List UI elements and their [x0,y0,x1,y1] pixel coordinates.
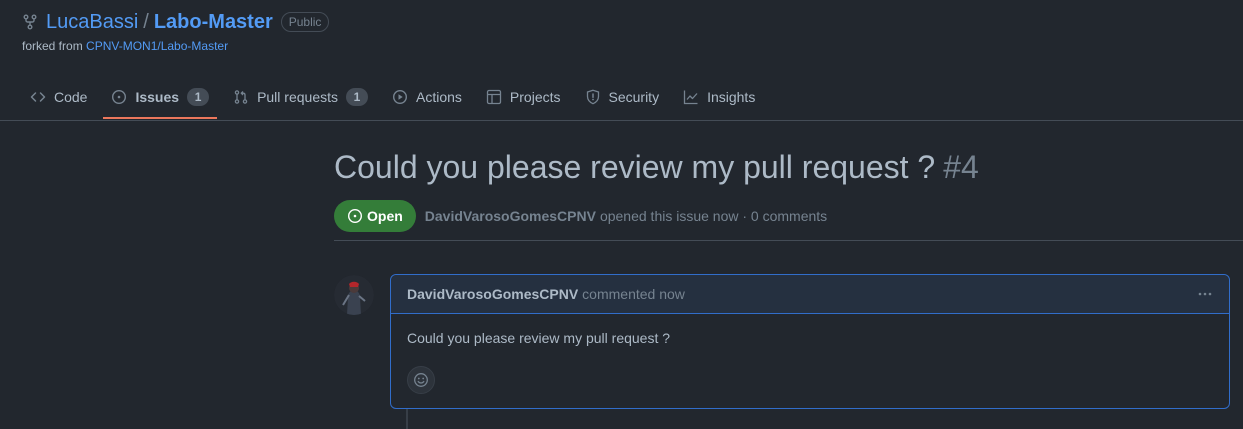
tab-pull-requests-label: Pull requests [257,89,338,105]
forked-from-line: forked from CPNV-MON1/Labo-Master [22,39,329,53]
issue-header: Could you please review my pull request … [334,140,1243,241]
issue-title-text: Could you please review my pull request … [334,149,936,185]
tab-security[interactable]: Security [577,76,668,118]
tab-projects[interactable]: Projects [478,76,569,118]
comment-body: Could you please review my pull request … [407,330,671,346]
forked-from-label: forked from [22,39,83,53]
issue-meta-text: opened this issue now · 0 comments [599,208,828,224]
table-icon [486,89,502,105]
avatar[interactable] [334,275,374,315]
issue-opened-icon [111,89,127,105]
tab-insights[interactable]: Insights [675,76,763,118]
issue-state-badge: Open [334,200,416,232]
issue-author-link[interactable]: DavidVarosoGomesCPNV [425,208,596,224]
issues-count-badge: 1 [187,88,210,106]
kebab-horizontal-icon[interactable] [1197,286,1213,302]
tab-issues-label: Issues [135,89,180,105]
code-icon [30,89,46,105]
issue-meta: Open DavidVarosoGomesCPNV opened this is… [334,200,1243,232]
tab-issues[interactable]: Issues 1 [103,76,217,119]
repo-title: LucaBassi / Labo-Master Public [22,10,330,34]
repo-path-separator: / [143,10,149,33]
issue-opened-icon [347,208,363,224]
comment-timestamp[interactable]: commented now [582,286,685,302]
repo-name-link[interactable]: Labo-Master [154,11,273,34]
issue-comment: DavidVarosoGomesCPNV commented now Could… [390,274,1230,409]
repo-forked-icon [22,14,38,30]
graph-icon [683,89,699,105]
comment-author-link[interactable]: DavidVarosoGomesCPNV [407,286,578,302]
tabs-divider [0,120,1243,121]
tab-code-label: Code [54,89,88,105]
add-reaction-button[interactable] [407,366,435,394]
issue-number: #4 [943,149,979,185]
issue-title: Could you please review my pull request … [334,148,1243,186]
smiley-icon [413,372,429,388]
tab-pull-requests[interactable]: Pull requests 1 [225,76,376,118]
issue-header-divider [334,240,1243,241]
play-icon [392,89,408,105]
issue-state-label: Open [367,208,403,224]
tab-actions-label: Actions [416,89,462,105]
repo-owner-link[interactable]: LucaBassi [46,11,138,34]
shield-icon [585,89,601,105]
tab-code[interactable]: Code [22,76,95,118]
repo-nav-tabs: Code Issues 1 Pull requests 1 Actions Pr… [22,76,771,120]
git-pull-request-icon [233,89,249,105]
pull-requests-count-badge: 1 [346,88,368,106]
repo-header: LucaBassi / Labo-Master Public forked fr… [22,10,330,53]
tab-actions[interactable]: Actions [384,76,470,118]
tab-security-label: Security [608,89,660,105]
visibility-badge: Public [280,12,330,32]
timeline-line [406,409,408,429]
tab-insights-label: Insights [707,89,756,105]
tab-projects-label: Projects [509,89,561,105]
comment-header: DavidVarosoGomesCPNV commented now [391,275,1229,314]
forked-from-link[interactable]: CPNV-MON1/Labo-Master [86,39,228,53]
